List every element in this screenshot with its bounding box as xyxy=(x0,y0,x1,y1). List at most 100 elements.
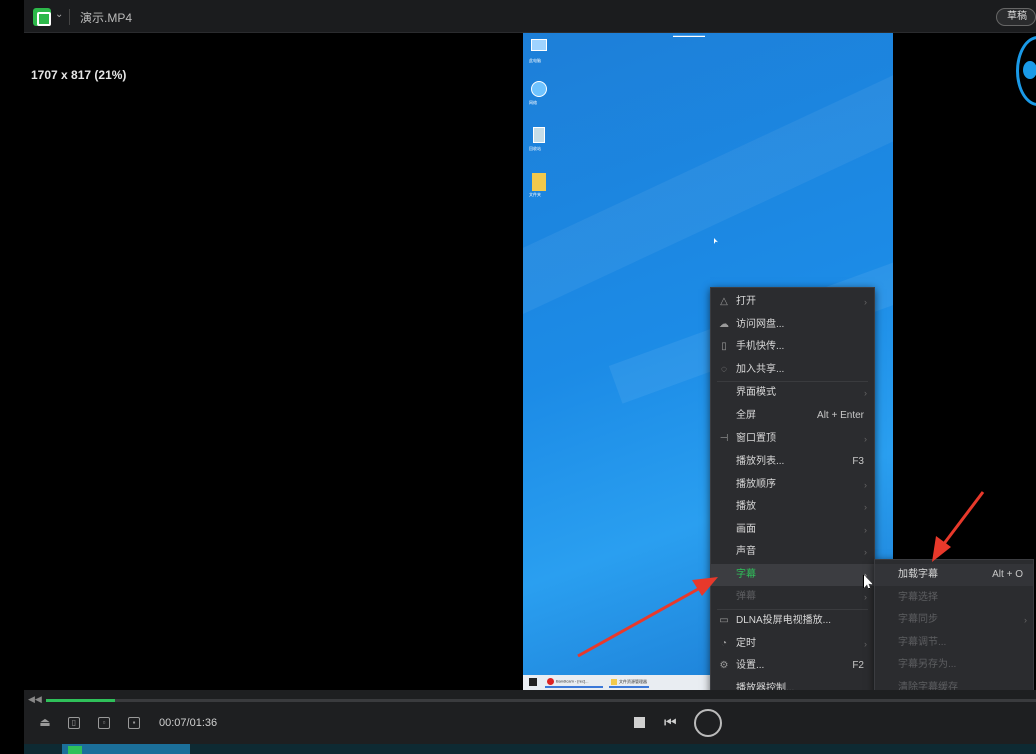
menu-item-label: 加入共享... xyxy=(736,364,785,375)
menu-item[interactable]: ◌ 加入共享... xyxy=(711,359,874,381)
submenu-item[interactable]: 加载字幕 Alt + O xyxy=(875,564,1033,586)
menu-item-shortcut: Alt + Enter xyxy=(817,410,864,421)
menu-item-label: 打开 xyxy=(736,296,756,307)
menu-item-label: 画面 xyxy=(736,524,756,535)
desktop-recycle-bin-icon: 回收站 xyxy=(529,125,549,151)
video-recording-header: ▬▬▬▬▬▬▬▬ xyxy=(673,33,705,38)
seek-back-icon[interactable]: ◀◀ xyxy=(28,694,42,705)
menu-item[interactable]: ▭ DLNA投屏电视播放... xyxy=(711,610,874,632)
subtitle-submenu: 加载字幕 Alt + O 字幕选择 字幕同步 › 字幕调节... 字幕另存为... 清除字幕缓… xyxy=(874,559,1034,704)
menu-item-icon: ◌ xyxy=(721,364,727,375)
menu-item-label: 字幕 xyxy=(736,569,756,580)
menu-item[interactable]: 界面模式 › xyxy=(711,382,874,404)
chevron-down-icon[interactable]: ⌄ xyxy=(55,9,63,20)
menu-item-label: 全屏 xyxy=(736,410,756,421)
menu-item-label: 播放 xyxy=(736,501,756,512)
chevron-right-icon: › xyxy=(864,592,867,602)
submenu-item[interactable]: 字幕另存为... xyxy=(875,654,1033,676)
menu-item[interactable]: 弹幕 › xyxy=(711,586,874,608)
submenu-item[interactable]: 字幕调节... xyxy=(875,632,1033,654)
chevron-right-icon: › xyxy=(864,502,867,512)
screenshot-icon[interactable]: ▫ xyxy=(98,717,110,729)
desktop-network-icon: 网络 xyxy=(529,79,549,105)
menu-item-label: 界面模式 xyxy=(736,387,776,398)
pause-button[interactable] xyxy=(694,709,722,737)
menu-item[interactable]: ▯ 手机快传... xyxy=(711,336,874,358)
menu-item[interactable]: 播放 › xyxy=(711,496,874,518)
stop-button[interactable] xyxy=(634,717,645,728)
menu-item-label: DLNA投屏电视播放... xyxy=(736,615,832,626)
windows-start-icon xyxy=(529,678,537,686)
menu-item[interactable]: ⚙ 设置... F2 xyxy=(711,655,874,677)
submenu-item-label: 字幕另存为... xyxy=(898,659,957,670)
menu-item-label: 窗口置顶 xyxy=(736,433,776,444)
menu-item-icon: ⚙ xyxy=(719,660,729,671)
chevron-right-icon: › xyxy=(864,639,867,649)
menu-item-label: 播放列表... xyxy=(736,456,785,467)
submenu-item-label: 字幕同步 xyxy=(898,614,938,625)
bottom-taskbar-strip xyxy=(24,744,1036,754)
desktop-computer-icon: 此电脑 xyxy=(529,37,549,63)
menu-item[interactable]: ⊣ 窗口置顶 › xyxy=(711,428,874,450)
subtitle-toggle-icon[interactable]: ▯ xyxy=(68,717,80,729)
danmaku-icon[interactable]: ▪ xyxy=(128,717,140,729)
menu-item[interactable]: △ 打开 › xyxy=(711,291,874,313)
submenu-item[interactable]: 字幕同步 › xyxy=(875,609,1033,631)
menu-item[interactable]: 画面 › xyxy=(711,519,874,541)
menu-item-icon: △ xyxy=(720,296,728,307)
seek-bar[interactable] xyxy=(46,699,1036,702)
window-title: 演示.MP4 xyxy=(80,11,133,25)
chevron-right-icon: › xyxy=(864,297,867,307)
menu-item-label: 声音 xyxy=(736,546,756,557)
open-file-icon[interactable]: ⏏ xyxy=(39,716,51,729)
app-logo-icon[interactable] xyxy=(33,8,51,26)
chevron-right-icon: › xyxy=(864,434,867,444)
floating-assistant-icon[interactable] xyxy=(1016,36,1036,106)
taskbar-app-recorder: Bandicam - [rec]... xyxy=(545,677,603,688)
submenu-item-shortcut: Alt + O xyxy=(992,569,1023,580)
menu-item[interactable]: 播放顺序 › xyxy=(711,474,874,496)
menu-item-icon: ☁ xyxy=(719,319,729,330)
submenu-item[interactable]: 字幕选择 xyxy=(875,587,1033,609)
taskbar-active-tile xyxy=(62,744,190,754)
playback-time: 00:07/01:36 xyxy=(159,717,218,729)
chevron-right-icon: › xyxy=(864,547,867,557)
menu-item[interactable]: 声音 › xyxy=(711,541,874,563)
menu-item-label: 弹幕 xyxy=(736,591,756,602)
title-bar: ⌄ 演示.MP4 草稿 xyxy=(24,0,1036,33)
annotation-arrow-to-load-subtitle xyxy=(932,491,985,562)
menu-item-label: 设置... xyxy=(736,660,765,671)
submenu-item-label: 加载字幕 xyxy=(898,569,938,580)
context-menu: △ 打开 › ☁ 访问网盘... ▯ 手机快传... ◌ 加入共享... 界面模式 › 全屏 Alt +… xyxy=(710,287,875,750)
resolution-overlay: 1707 x 817 (21%) xyxy=(31,68,127,82)
menu-item-label: 定时 xyxy=(736,638,756,649)
menu-item-shortcut: F3 xyxy=(852,456,864,467)
wallpaper-light-beam xyxy=(523,50,893,316)
menu-item[interactable]: ◔ 定时 › xyxy=(711,633,874,655)
menu-item-icon: ▯ xyxy=(721,341,727,352)
folder-icon xyxy=(611,679,617,685)
menu-item-label: 访问网盘... xyxy=(736,319,785,330)
desktop-folder-icon: 文件夹 xyxy=(529,171,549,197)
menu-item[interactable]: 字幕 › xyxy=(711,564,874,586)
chevron-right-icon: › xyxy=(864,480,867,490)
seek-bar-progress xyxy=(46,699,115,702)
menu-item[interactable]: 全屏 Alt + Enter xyxy=(711,405,874,427)
chevron-right-icon: › xyxy=(1024,615,1027,625)
submenu-item-label: 字幕调节... xyxy=(898,637,947,648)
top-right-pill-button[interactable]: 草稿 xyxy=(996,8,1036,26)
submenu-item-label: 字幕选择 xyxy=(898,592,938,603)
taskbar-app-explorer: 文件资源管理器 xyxy=(609,677,649,688)
chevron-right-icon: › xyxy=(864,388,867,398)
menu-item[interactable]: 播放列表... F3 xyxy=(711,451,874,473)
menu-item[interactable]: ☁ 访问网盘... xyxy=(711,314,874,336)
menu-item-shortcut: F2 xyxy=(852,660,864,671)
title-separator xyxy=(69,9,70,25)
previous-button[interactable]: ⏮ xyxy=(664,714,677,731)
video-mouse-pointer-icon xyxy=(714,238,718,244)
menu-item-label: 手机快传... xyxy=(736,341,785,352)
chevron-right-icon: › xyxy=(864,525,867,535)
menu-item-icon: ▭ xyxy=(719,615,729,626)
left-edge-strip xyxy=(0,0,24,754)
menu-item-icon: ◔ xyxy=(720,638,728,649)
